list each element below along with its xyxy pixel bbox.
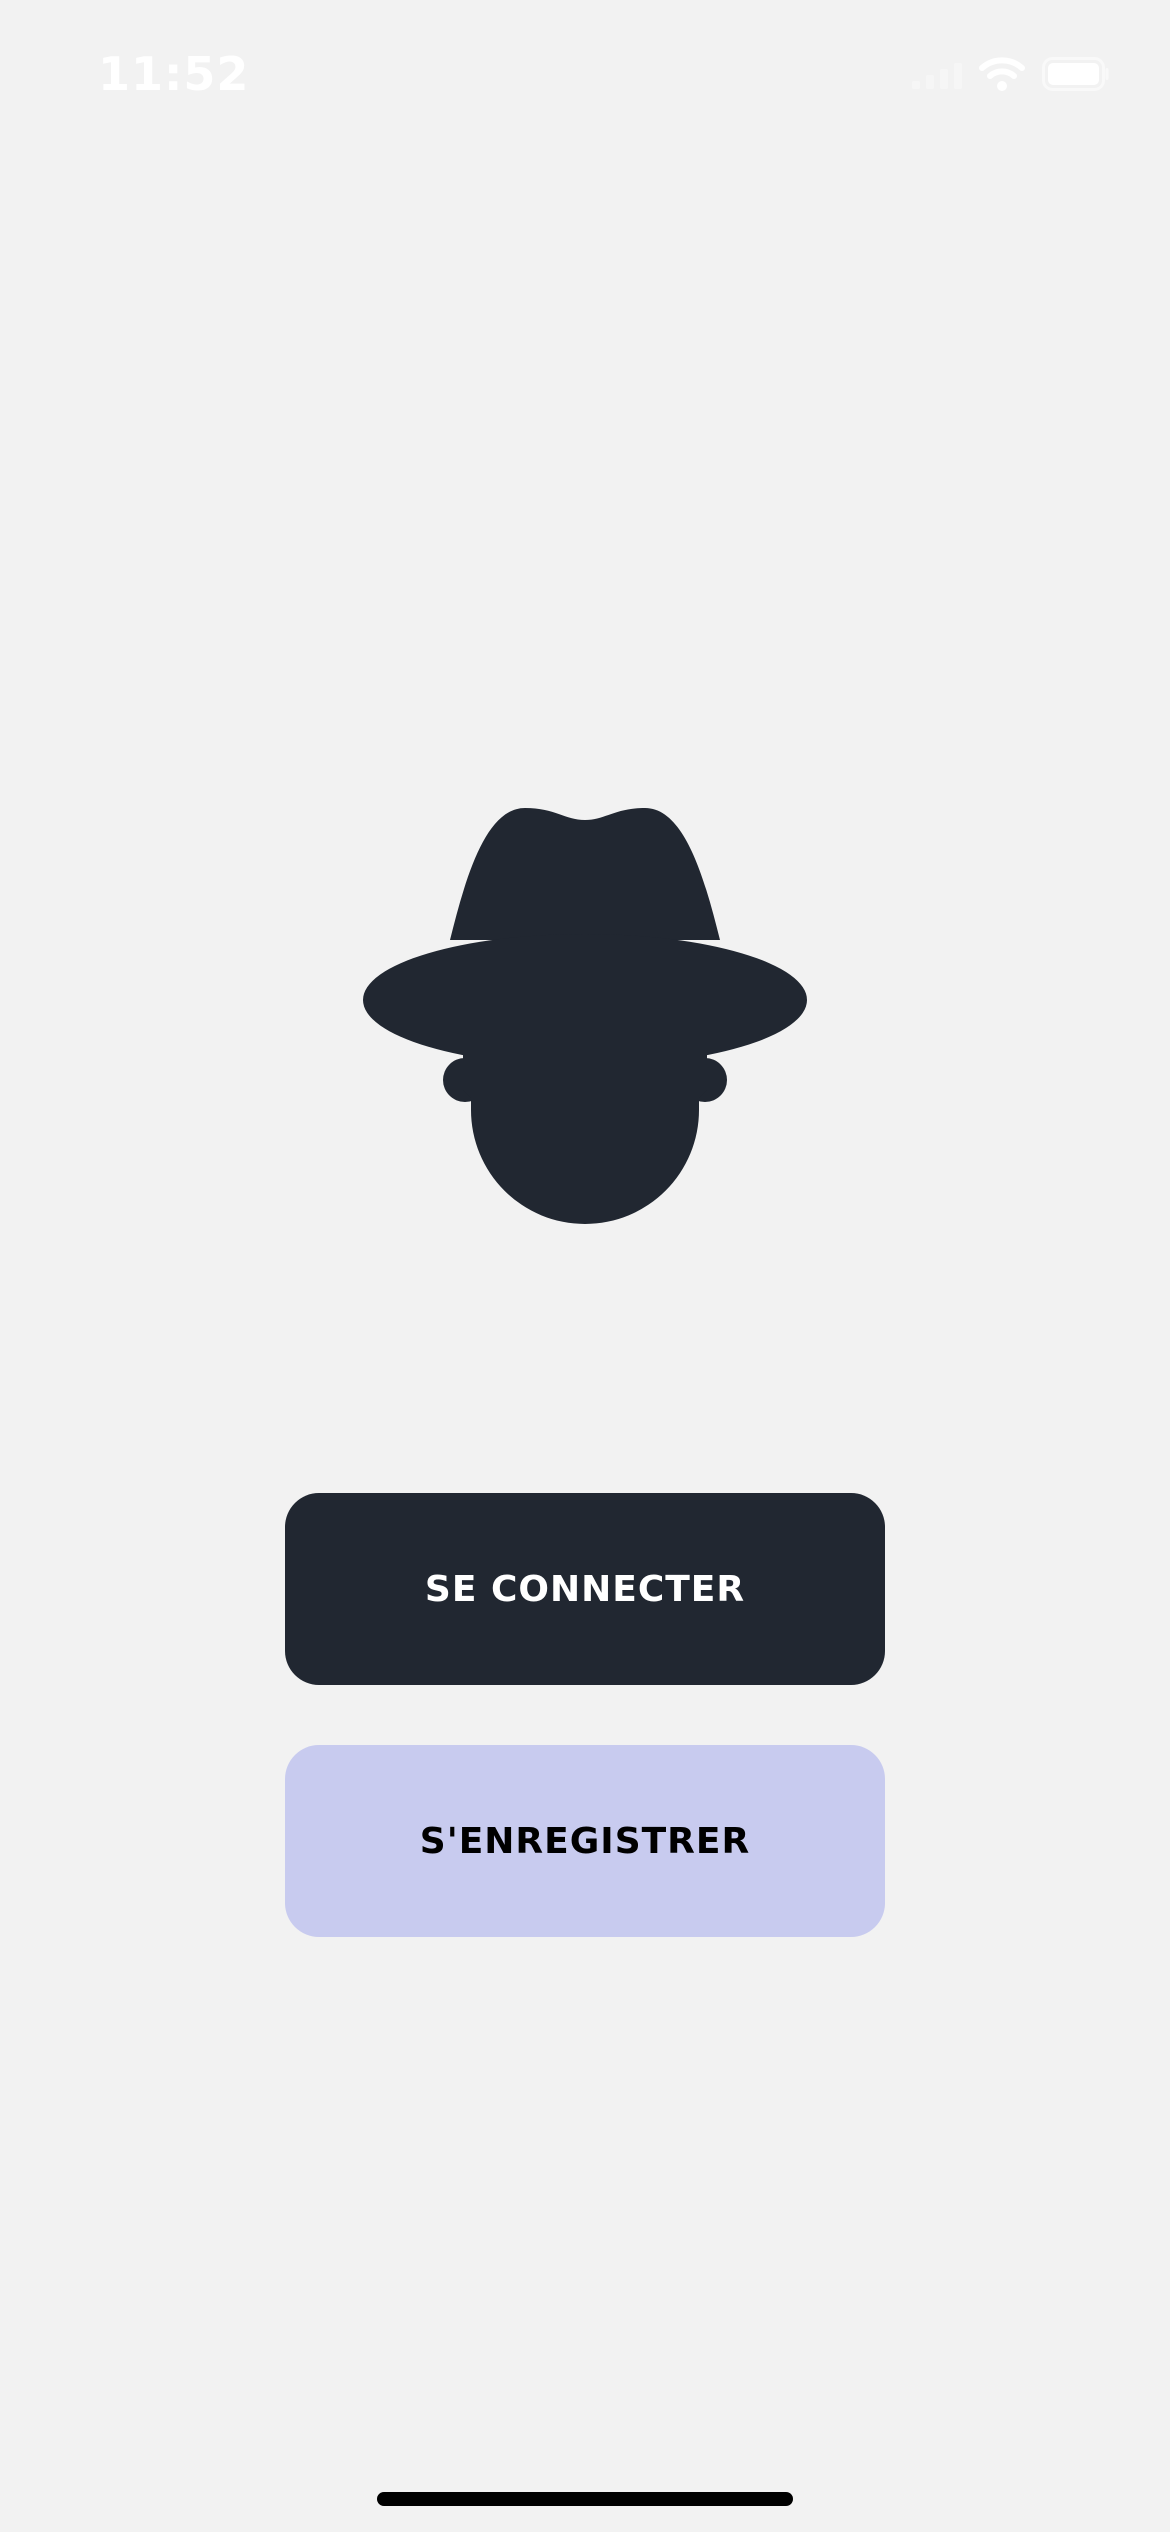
home-indicator[interactable]	[377, 2492, 793, 2506]
status-bar: 11:52	[0, 0, 1170, 150]
spy-hat-silhouette-icon	[360, 800, 810, 1225]
login-button[interactable]: SE CONNECTER	[285, 1493, 885, 1685]
register-button[interactable]: S'ENREGISTRER	[285, 1745, 885, 1937]
wifi-icon	[978, 56, 1026, 92]
status-icons	[912, 52, 1110, 96]
battery-icon	[1042, 57, 1110, 91]
status-time: 11:52	[98, 47, 250, 101]
cellular-signal-icon	[912, 59, 962, 89]
